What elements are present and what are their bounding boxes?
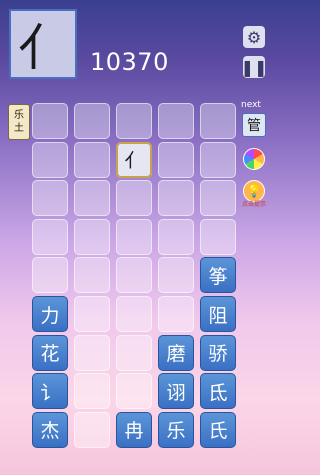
board-tile[interactable]: 花: [32, 334, 68, 371]
board-cell[interactable]: [74, 257, 110, 294]
board-tile[interactable]: 力: [32, 296, 68, 332]
board-tile[interactable]: 讠: [32, 373, 68, 410]
board-tile[interactable]: 筝: [200, 257, 236, 294]
current-piece: 亻: [9, 9, 77, 79]
board-cell[interactable]: [158, 257, 194, 294]
board-cell[interactable]: [158, 296, 194, 332]
board-tile[interactable]: 杰: [32, 411, 68, 448]
board-cell[interactable]: [74, 334, 110, 371]
board-cell[interactable]: [158, 141, 194, 178]
board-cell[interactable]: [158, 180, 194, 217]
board-tile[interactable]: 骄: [200, 334, 236, 371]
board-cell[interactable]: [200, 218, 236, 255]
board-tile[interactable]: 冉: [116, 411, 152, 448]
board-tile[interactable]: 氐: [200, 373, 236, 410]
board-cell[interactable]: [32, 103, 68, 139]
held-piece[interactable]: 乐 土: [8, 104, 30, 140]
held-piece-bottom: 土: [14, 123, 24, 134]
board-cell[interactable]: [116, 296, 152, 332]
gear-icon[interactable]: ⚙: [243, 26, 265, 48]
board-cell[interactable]: [116, 373, 152, 410]
board-cell[interactable]: [74, 180, 110, 217]
board-cell[interactable]: [74, 141, 110, 178]
board-cell[interactable]: [32, 257, 68, 294]
board-cell[interactable]: [158, 103, 194, 139]
pause-icon[interactable]: ❚❚: [241, 56, 267, 78]
board-tile[interactable]: 诩: [158, 373, 194, 410]
game-board[interactable]: 亻筝力 阻花 磨骄讠 诩氐杰 冉乐氏: [32, 103, 238, 449]
board-cell[interactable]: [74, 218, 110, 255]
board-cell[interactable]: [116, 103, 152, 139]
next-piece: 管: [242, 113, 266, 137]
hint-label: 点击提示: [241, 201, 266, 208]
board-cell[interactable]: [32, 180, 68, 217]
board-tile[interactable]: 乐: [158, 411, 194, 448]
top-bar: 亻 10370 ⚙ ❚❚: [0, 0, 268, 90]
board-tile[interactable]: 氏: [200, 411, 236, 448]
board-cell[interactable]: [74, 103, 110, 139]
score: 10370: [90, 48, 169, 76]
board-tile[interactable]: 阻: [200, 296, 236, 332]
color-wheel-icon[interactable]: [243, 148, 265, 170]
board-cell[interactable]: [158, 218, 194, 255]
held-piece-top: 乐: [14, 110, 24, 121]
board-cell[interactable]: [200, 141, 236, 178]
board-cell[interactable]: [200, 180, 236, 217]
board-cell[interactable]: [116, 334, 152, 371]
board-cell[interactable]: [200, 103, 236, 139]
board-tile[interactable]: 磨: [158, 334, 194, 371]
board-cell[interactable]: [74, 411, 110, 448]
board-cell[interactable]: [74, 296, 110, 332]
falling-piece[interactable]: 亻: [116, 141, 152, 178]
board-cell[interactable]: [74, 373, 110, 410]
board-cell[interactable]: [116, 180, 152, 217]
board-cell[interactable]: [116, 218, 152, 255]
board-cell[interactable]: [32, 218, 68, 255]
next-label: next: [241, 100, 261, 110]
board-cell[interactable]: [32, 141, 68, 178]
board-cell[interactable]: [116, 257, 152, 294]
